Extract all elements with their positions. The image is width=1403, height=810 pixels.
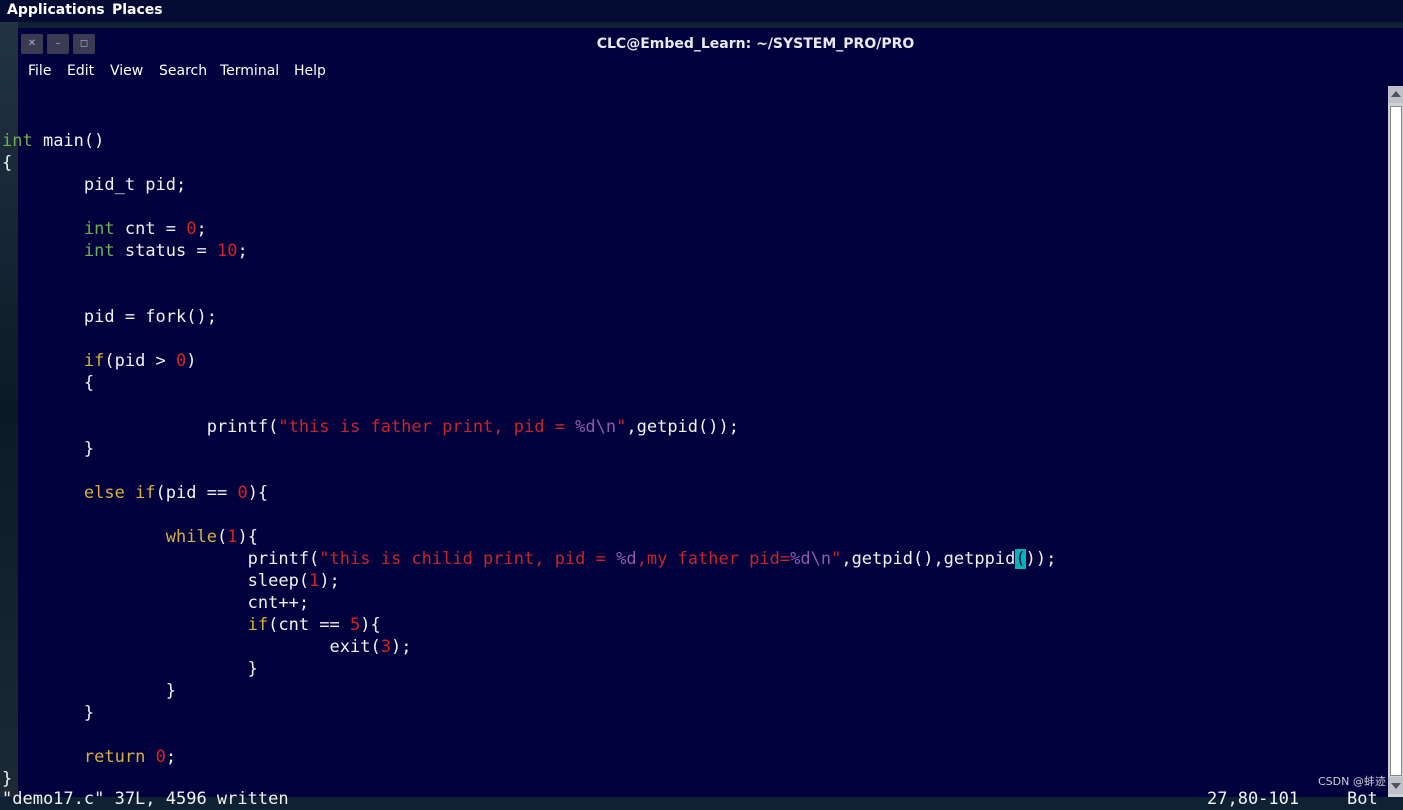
code-text: ) bbox=[186, 351, 197, 371]
code-text: printf( bbox=[247, 549, 320, 569]
code-keyword: while bbox=[165, 527, 217, 547]
code-keyword: return bbox=[83, 747, 146, 767]
code-text: ); bbox=[1035, 549, 1057, 569]
places-menu[interactable]: Places bbox=[112, 0, 163, 20]
code-line: if(cnt == 5){ bbox=[2, 614, 381, 636]
code-text: ( bbox=[216, 527, 228, 547]
code-line: } bbox=[2, 439, 95, 459]
code-number: 1 bbox=[227, 527, 238, 547]
scroll-up-button[interactable] bbox=[1388, 86, 1403, 103]
code-line: pid = fork(); bbox=[2, 307, 217, 327]
code-string: ,my father pid= bbox=[636, 549, 791, 569]
code-text: ,getpid(),getppid bbox=[841, 549, 1016, 569]
code-number: 0 bbox=[155, 747, 166, 767]
code-escape: %d\n bbox=[790, 549, 832, 569]
menu-search[interactable]: Search bbox=[159, 63, 207, 79]
desktop-top-panel: Applications Places bbox=[0, 0, 1403, 22]
code-number: 10 bbox=[216, 241, 238, 261]
code-keyword: else if bbox=[83, 483, 156, 503]
code-number: 5 bbox=[350, 615, 361, 635]
title-bar[interactable]: ✕ – ◻ CLC@Embed_Learn: ~/SYSTEM_PRO/PRO bbox=[18, 28, 1403, 60]
menu-terminal[interactable]: Terminal bbox=[220, 63, 279, 79]
code-escape: %d\n bbox=[575, 417, 617, 437]
cursor-position: 27,80-101 bbox=[1207, 789, 1300, 809]
code-number: 0 bbox=[237, 483, 248, 503]
code-line: } bbox=[2, 769, 13, 789]
code-keyword: if bbox=[83, 351, 105, 371]
code-string: "this is chilid print, pid = bbox=[319, 549, 617, 569]
code-line: printf("this is father print, pid = %d\n… bbox=[2, 416, 739, 438]
code-escape: %d bbox=[616, 549, 637, 569]
code-number: 0 bbox=[186, 219, 197, 239]
code-line: printf("this is chilid print, pid = %d,m… bbox=[2, 548, 1056, 570]
code-text: sleep( bbox=[247, 571, 310, 591]
code-text: ); bbox=[319, 571, 340, 591]
terminal-window: ✕ – ◻ CLC@Embed_Learn: ~/SYSTEM_PRO/PRO … bbox=[18, 28, 1403, 797]
vertical-scrollbar[interactable] bbox=[1388, 86, 1403, 797]
code-text: cnt = bbox=[114, 219, 187, 239]
code-text: printf( bbox=[206, 417, 279, 437]
code-keyword: int bbox=[83, 241, 115, 261]
code-number: 0 bbox=[176, 351, 187, 371]
code-text: ); bbox=[390, 637, 412, 657]
watermark: CSDN @蚌迹 bbox=[1318, 775, 1386, 788]
code-keyword: if bbox=[247, 615, 269, 635]
menu-edit[interactable]: Edit bbox=[67, 63, 94, 79]
code-text: main() bbox=[32, 131, 105, 151]
code-text: ; bbox=[165, 747, 177, 767]
code-text: ,getpid()); bbox=[626, 417, 739, 437]
code-line: { bbox=[2, 153, 13, 173]
code-string: " bbox=[831, 549, 842, 569]
scroll-down-button[interactable] bbox=[1388, 777, 1403, 794]
code-line: } bbox=[2, 680, 176, 702]
code-line: pid_t pid; bbox=[2, 175, 187, 195]
code-number: 3 bbox=[380, 637, 391, 657]
code-text: } bbox=[165, 681, 177, 701]
menu-view[interactable]: View bbox=[110, 63, 143, 79]
scroll-indicator: Bot bbox=[1347, 789, 1378, 809]
code-keyword: int bbox=[2, 131, 33, 151]
code-line: sleep(1); bbox=[2, 570, 340, 592]
status-message: "demo17.c" 37L, 4596 written bbox=[2, 789, 289, 809]
code-text: } bbox=[247, 659, 258, 679]
code-string: " bbox=[616, 417, 627, 437]
code-text: exit( bbox=[329, 637, 381, 657]
arrow-up-icon bbox=[1391, 91, 1401, 97]
code-line: } bbox=[2, 703, 95, 723]
code-line: while(1){ bbox=[2, 526, 258, 548]
code-keyword: int bbox=[83, 219, 115, 239]
code-text: ){ bbox=[360, 615, 381, 635]
code-line: cnt++; bbox=[2, 592, 309, 614]
code-line: int cnt = 0; bbox=[2, 218, 207, 240]
code-text: ){ bbox=[237, 527, 258, 547]
code-line: { bbox=[2, 373, 95, 393]
code-line: int status = 10; bbox=[2, 240, 248, 262]
code-text: ) bbox=[1025, 549, 1036, 569]
code-text: ; bbox=[237, 241, 248, 261]
code-line: return 0; bbox=[2, 746, 176, 768]
code-text: cnt++; bbox=[247, 593, 310, 613]
code-line: } bbox=[2, 658, 258, 680]
menu-file[interactable]: File bbox=[28, 63, 51, 79]
code-text: status = bbox=[114, 241, 217, 261]
code-line: exit(3); bbox=[2, 636, 412, 658]
code-line: if(pid > 0) bbox=[2, 350, 197, 372]
code-text: (pid > bbox=[104, 351, 177, 371]
code-line: int main() bbox=[2, 130, 104, 152]
code-line: else if(pid == 0){ bbox=[2, 482, 268, 504]
menu-help[interactable]: Help bbox=[294, 63, 326, 79]
code-text: ; bbox=[196, 219, 207, 239]
window-title: CLC@Embed_Learn: ~/SYSTEM_PRO/PRO bbox=[596, 36, 915, 52]
arrow-down-icon bbox=[1391, 783, 1401, 789]
text-cursor: ( bbox=[1015, 549, 1026, 569]
code-text: (cnt == bbox=[268, 615, 351, 635]
vim-status-line: "demo17.c" 37L, 4596 written 27,80-101 Bot bbox=[2, 788, 1378, 810]
code-text: (pid == bbox=[155, 483, 238, 503]
scroll-thumb[interactable] bbox=[1390, 106, 1402, 776]
code-text: ){ bbox=[247, 483, 269, 503]
code-number: 1 bbox=[309, 571, 320, 591]
applications-menu[interactable]: Applications bbox=[7, 0, 105, 20]
code-string: "this is father print, pid = bbox=[278, 417, 576, 437]
